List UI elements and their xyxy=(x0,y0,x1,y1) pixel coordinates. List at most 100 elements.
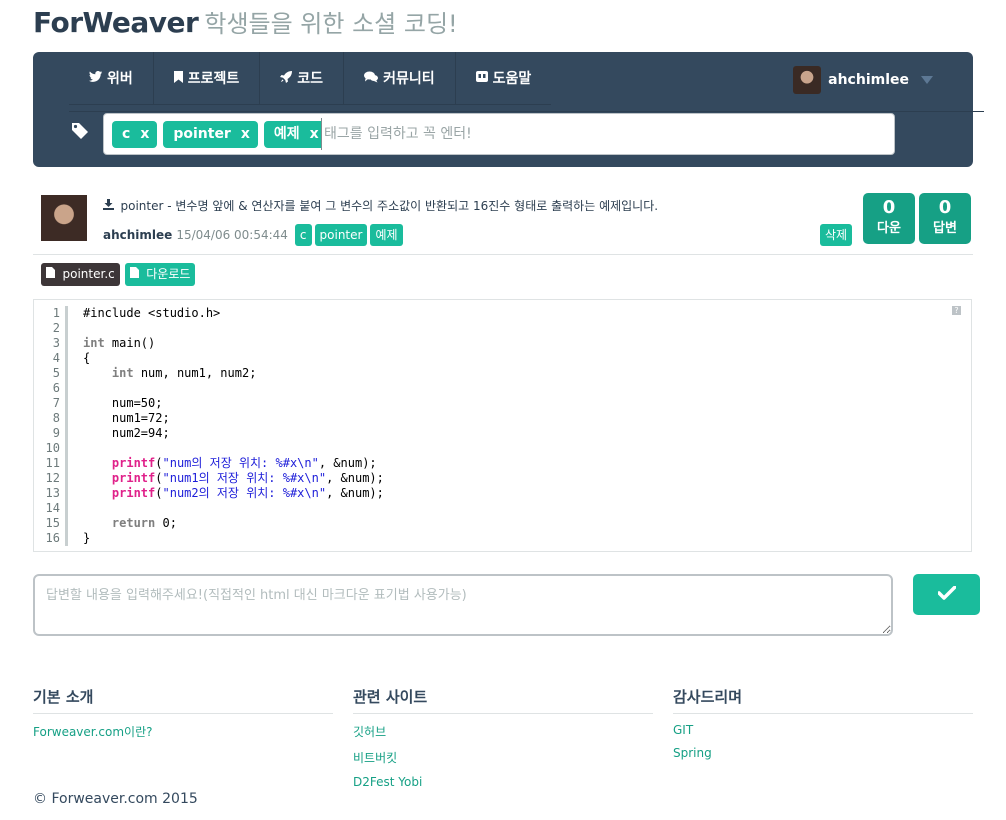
line-number: 7 xyxy=(52,396,60,410)
file-tab-pointer-c[interactable]: pointer.c xyxy=(41,263,120,286)
nav-item-project[interactable]: 프로젝트 xyxy=(154,52,261,104)
answer-count-label: 답변 xyxy=(933,221,957,236)
gamepad-icon xyxy=(475,71,488,85)
code-line: num1=72; xyxy=(83,411,170,425)
file-tabs: pointer.c 다운로드 xyxy=(41,263,196,286)
footer-link[interactable]: D2Fest Yobi xyxy=(353,775,653,789)
nav-label: 코드 xyxy=(297,71,324,87)
tag-input-field[interactable]: cx pointer x 예제 x xyxy=(103,113,895,155)
nav-label: 도움말 xyxy=(492,71,532,87)
brand[interactable]: ForWeaver 학생들을 위한 소셜 코딩! xyxy=(33,4,458,44)
tag-input[interactable] xyxy=(321,118,884,150)
line-number: 1 xyxy=(52,306,60,320)
footer-link[interactable]: GIT xyxy=(673,723,973,737)
user-menu[interactable]: ahchimlee xyxy=(793,66,933,94)
post-description: - 변수명 앞에 & 연산자를 붙여 그 변수의 주소값이 반환되고 16진수 … xyxy=(163,199,659,213)
tag-chip-label: pointer xyxy=(173,126,231,142)
line-number: 12 xyxy=(45,471,60,485)
post-author[interactable]: ahchimlee xyxy=(103,228,172,242)
post-title: pointer - 변수명 앞에 & 연산자를 붙여 그 변수의 주소값이 반환… xyxy=(103,197,658,214)
line-number: 8 xyxy=(52,411,60,425)
post-filename[interactable]: pointer xyxy=(121,199,164,213)
footer-title: 감사드리며 xyxy=(673,686,973,714)
nav-item-code[interactable]: 코드 xyxy=(260,52,345,104)
nav-label: 커뮤니티 xyxy=(383,71,435,87)
bookmark-icon xyxy=(173,70,183,86)
tag-chips: cx pointer x 예제 x xyxy=(112,121,327,148)
nav-label: 프로젝트 xyxy=(187,71,240,87)
brand-slogan: 학생들을 위한 소셜 코딩! xyxy=(204,10,458,38)
gutter-divider xyxy=(65,306,68,546)
line-number: 3 xyxy=(52,336,60,350)
post-tag[interactable]: pointer xyxy=(314,224,368,246)
footer-related-sites: 관련 사이트 깃허브 비트버킷 D2Fest Yobi xyxy=(353,686,653,789)
footer-link[interactable]: Forweaver.com이란? xyxy=(33,723,333,740)
download-count-label: 다운 xyxy=(877,221,901,236)
delete-button[interactable]: 삭제 xyxy=(820,224,853,246)
answer-input[interactable] xyxy=(33,574,893,636)
copyright: © Forweaver.com 2015 xyxy=(33,791,198,807)
nav-menu: 위버 프로젝트 코드 커뮤니티 도움말 xyxy=(69,52,552,105)
username: ahchimlee xyxy=(828,72,909,88)
post-meta: ahchimlee 15/04/06 00:54:44 c pointer 예제 xyxy=(103,224,406,246)
code-content: #include <studio.h> int main() { int num… xyxy=(83,306,384,546)
code-viewer[interactable]: ? 1 2 3 4 5 6 7 8 9 10 11 12 13 14 15 16… xyxy=(33,299,972,552)
download-tab[interactable]: 다운로드 xyxy=(124,263,196,286)
line-number: 6 xyxy=(52,381,60,395)
brand-name[interactable]: ForWeaver xyxy=(33,6,199,39)
line-number: 10 xyxy=(45,441,60,455)
footer-link[interactable]: 깃허브 xyxy=(353,723,653,740)
code-line: printf("num의 저장 위치: %#x\n", &num); xyxy=(111,456,377,470)
remove-tag-button[interactable]: x xyxy=(241,121,250,148)
answer-counter[interactable]: 0 답변 xyxy=(919,193,971,244)
line-number: 14 xyxy=(45,501,60,515)
line-number: 9 xyxy=(52,426,60,440)
footer-title: 기본 소개 xyxy=(33,686,333,714)
code-line: int num, num1, num2; xyxy=(111,366,257,380)
footer-title: 관련 사이트 xyxy=(353,686,653,714)
answer-count: 0 xyxy=(938,197,952,218)
footer-about: 기본 소개 Forweaver.com이란? xyxy=(33,686,333,740)
line-number: 2 xyxy=(52,321,60,335)
nav-label: 위버 xyxy=(107,71,133,87)
remove-tag-button[interactable]: x xyxy=(140,121,149,148)
code-line: return 0; xyxy=(111,516,177,530)
code-line: int main() xyxy=(83,336,156,350)
nav-item-help[interactable]: 도움말 xyxy=(456,52,552,104)
caret-down-icon xyxy=(921,76,933,84)
download-icon xyxy=(103,199,118,213)
line-number: 4 xyxy=(52,351,60,365)
submit-answer-button[interactable] xyxy=(913,574,980,615)
file-icon xyxy=(129,267,143,281)
download-tab-label: 다운로드 xyxy=(146,267,191,281)
line-number: 13 xyxy=(45,486,60,500)
remove-tag-button[interactable]: x xyxy=(310,121,319,148)
avatar xyxy=(793,66,822,94)
code-line: { xyxy=(83,351,91,365)
nav-item-weaver[interactable]: 위버 xyxy=(69,52,154,104)
footer-link[interactable]: 비트버킷 xyxy=(353,749,653,766)
tag-chip-label: 예제 xyxy=(273,126,300,142)
tag-chip: 예제 x xyxy=(263,121,327,148)
post-tag[interactable]: 예제 xyxy=(370,224,403,246)
tag-icon xyxy=(71,122,89,145)
line-number: 5 xyxy=(52,366,60,380)
code-help-button[interactable]: ? xyxy=(952,306,961,315)
line-number: 11 xyxy=(45,456,60,470)
nav-item-community[interactable]: 커뮤니티 xyxy=(344,52,456,104)
file-tab-label: pointer.c xyxy=(62,267,115,281)
rocket-icon xyxy=(280,70,293,86)
tag-chip-label: c xyxy=(122,126,131,142)
line-numbers: 1 2 3 4 5 6 7 8 9 10 11 12 13 14 15 16 xyxy=(34,306,60,546)
twitter-icon xyxy=(89,71,102,85)
tag-chip: cx xyxy=(112,121,158,148)
author-avatar[interactable] xyxy=(41,195,87,241)
post-tag[interactable]: c xyxy=(294,224,312,246)
download-count: 0 xyxy=(882,197,896,218)
code-line: #include <studio.h> xyxy=(83,306,221,320)
footer-link[interactable]: Spring xyxy=(673,746,973,760)
file-icon xyxy=(46,267,59,281)
code-line: printf("num1의 저장 위치: %#x\n", &num); xyxy=(111,471,384,485)
download-counter[interactable]: 0 다운 xyxy=(863,193,915,244)
code-line: num2=94; xyxy=(83,426,170,440)
